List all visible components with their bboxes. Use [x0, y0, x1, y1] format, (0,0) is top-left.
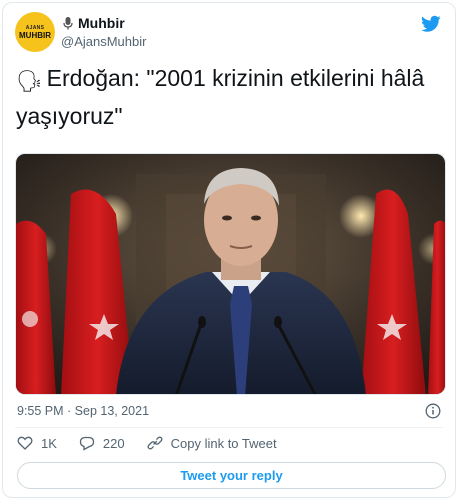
tweet-timestamp[interactable]: 9:55 PM · Sep 13, 2021: [17, 404, 149, 418]
twitter-bird-icon[interactable]: [421, 15, 441, 33]
like-count: 1K: [41, 435, 57, 451]
reply-button[interactable]: 220: [79, 435, 125, 451]
tweet-photo[interactable]: [15, 153, 446, 395]
avatar-big-text: MUHBIR: [19, 30, 51, 40]
reply-icon: [79, 436, 95, 451]
mic-icon: [63, 17, 73, 30]
tweet-card: AJANS MUHBIR Muhbir @AjansMuhbir 🗣 Erdoğa…: [2, 2, 456, 498]
info-icon[interactable]: [425, 403, 441, 419]
link-icon: [147, 436, 163, 450]
user-handle[interactable]: @AjansMuhbir: [61, 34, 146, 49]
copy-link-button[interactable]: Copy link to Tweet: [147, 435, 277, 451]
speaking-head-icon: 🗣: [16, 70, 43, 93]
tweet-body: Erdoğan: "2001 krizinin etkilerini hâlâ …: [16, 65, 425, 129]
tweet-text: 🗣 Erdoğan: "2001 krizinin etkilerini hâlâ…: [16, 61, 446, 133]
photo-illustration: [16, 154, 445, 394]
reply-button-label: Tweet your reply: [180, 468, 283, 483]
avatar[interactable]: AJANS MUHBIR: [15, 12, 55, 52]
copy-link-label: Copy link to Tweet: [170, 435, 277, 451]
action-bar: 1K 220 Copy link to Tweet: [17, 435, 299, 451]
reply-count: 220: [102, 435, 125, 451]
display-name[interactable]: Muhbir: [78, 15, 125, 31]
name-row: Muhbir: [61, 15, 125, 31]
divider: [15, 427, 443, 428]
tweet-your-reply-button[interactable]: Tweet your reply: [17, 462, 446, 489]
heart-icon: [17, 436, 33, 450]
like-button[interactable]: 1K: [17, 435, 57, 451]
